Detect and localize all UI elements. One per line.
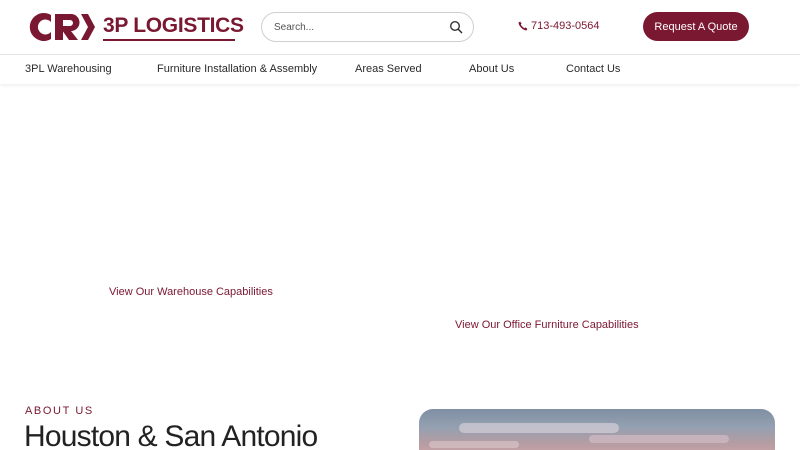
search-input[interactable] (274, 21, 444, 33)
nav-item-about-us[interactable]: About Us (469, 63, 514, 75)
about-eyebrow: ABOUT US (25, 405, 94, 417)
company-logo[interactable]: 3P LOGISTICS (25, 11, 244, 43)
about-heading: Houston & San Antonio (24, 420, 318, 450)
nav-item-areas-served[interactable]: Areas Served (355, 63, 422, 75)
phone-link[interactable]: 713-493-0564 (518, 20, 600, 32)
phone-icon (518, 21, 528, 31)
search-bar (261, 12, 474, 42)
cloud-shape (459, 423, 619, 433)
cloud-shape (589, 435, 729, 443)
about-sky-image (419, 409, 775, 450)
phone-number: 713-493-0564 (531, 20, 600, 32)
office-furniture-capabilities-link[interactable]: View Our Office Furniture Capabilities (455, 319, 639, 331)
site-header: 3P LOGISTICS 713-493-0564 Request A Quot… (0, 0, 800, 54)
nav-item-contact-us[interactable]: Contact Us (566, 63, 620, 75)
request-quote-button[interactable]: Request A Quote (643, 12, 749, 41)
nav-item-3pl-warehousing[interactable]: 3PL Warehousing (25, 63, 112, 75)
main-navigation: 3PL Warehousing Furniture Installation &… (0, 54, 800, 84)
search-icon[interactable] (449, 20, 463, 34)
brand-underline (103, 38, 235, 41)
cr-logo-mark-icon (29, 13, 95, 41)
nav-item-furniture-installation[interactable]: Furniture Installation & Assembly (157, 63, 317, 75)
warehouse-capabilities-link[interactable]: View Our Warehouse Capabilities (109, 286, 273, 298)
cloud-shape (429, 441, 519, 448)
brand-name: 3P LOGISTICS (103, 13, 244, 37)
